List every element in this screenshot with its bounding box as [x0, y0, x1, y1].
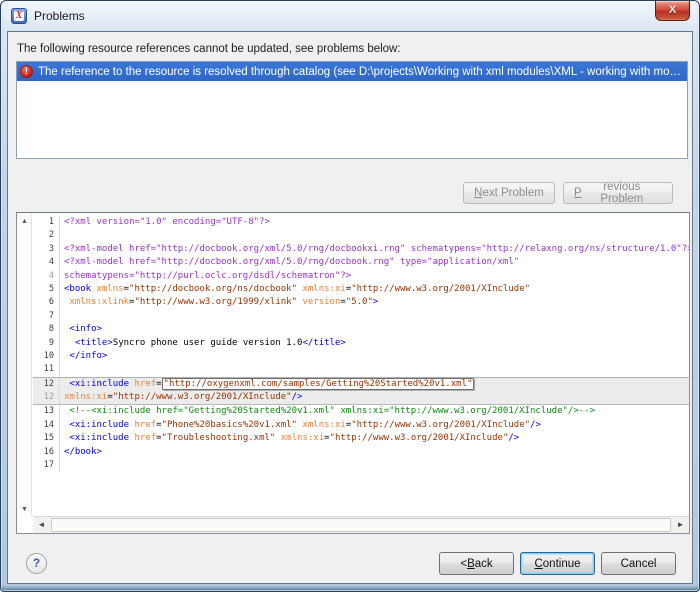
cancel-button[interactable]: Cancel: [601, 552, 676, 575]
code-text: <?xml-model href="http://docbook.org/xml…: [60, 243, 689, 256]
problems-dialog: X Problems X The following resource refe…: [0, 0, 700, 592]
problem-item[interactable]: ! The reference to the resource is resolv…: [17, 62, 687, 81]
line-number: 4: [33, 256, 60, 269]
line-number: 5: [33, 283, 60, 296]
footer-buttons: < Back Continue Cancel: [439, 552, 676, 575]
code-line[interactable]: 13 <!--<xi:include href="Getting%20Start…: [33, 405, 689, 418]
code-line[interactable]: 12 <xi:include href="http://oxygenxml.co…: [33, 377, 689, 391]
code-line[interactable]: 15 <xi:include href="Troubleshooting.xml…: [33, 432, 689, 445]
window-title: Problems: [34, 9, 85, 23]
code-text: <xi:include href="http://oxygenxml.com/s…: [60, 378, 689, 391]
line-number: 3: [33, 243, 60, 256]
code-line[interactable]: 16</book>: [33, 446, 689, 459]
code-text: <?xml-model href="http://docbook.org/xml…: [60, 256, 689, 269]
line-number: 4: [33, 270, 60, 283]
code-line[interactable]: 1<?xml version="1.0" encoding="UTF-8"?>: [33, 216, 689, 229]
line-number: 13: [33, 405, 60, 418]
problem-text: The reference to the resource is resolve…: [38, 66, 687, 78]
help-button[interactable]: ?: [26, 553, 47, 574]
code-text: <title>Syncro phone user guide version 1…: [60, 337, 689, 350]
code-line[interactable]: 2: [33, 229, 689, 242]
line-number: 6: [33, 296, 60, 309]
continue-button[interactable]: Continue: [520, 552, 595, 575]
dialog-client-area: The following resource references cannot…: [7, 31, 693, 584]
problem-nav-buttons: Next Problem Previous Problem: [463, 182, 673, 204]
problems-list[interactable]: ! The reference to the resource is resolv…: [16, 61, 688, 159]
fold-strip: ▲ ▼: [17, 213, 32, 516]
horizontal-scrollbar[interactable]: ◄ ►: [33, 516, 689, 533]
line-number: 8: [33, 323, 60, 336]
code-text: <xi:include href="Phone%20basics%20v1.xm…: [60, 419, 689, 432]
code-text: [60, 310, 689, 323]
line-number: 12: [33, 378, 60, 391]
code-text: xmlns:xi="http://www.w3.org/2001/XInclud…: [60, 391, 689, 404]
line-number: 10: [33, 350, 60, 363]
line-number: 16: [33, 446, 60, 459]
line-number: 1: [33, 216, 60, 229]
code-text: <?xml version="1.0" encoding="UTF-8"?>: [60, 216, 689, 229]
code-line[interactable]: 10 </info>: [33, 350, 689, 363]
code-text: [60, 363, 689, 376]
scroll-left-icon[interactable]: ◄: [33, 517, 50, 533]
line-number: 2: [33, 229, 60, 242]
code-line[interactable]: 4<?xml-model href="http://docbook.org/xm…: [33, 256, 689, 269]
code-text: </book>: [60, 446, 689, 459]
code-editor[interactable]: ▲ ▼ 1<?xml version="1.0" encoding="UTF-8…: [16, 212, 690, 534]
editor-body[interactable]: 1<?xml version="1.0" encoding="UTF-8"?>2…: [33, 213, 689, 516]
code-text: </info>: [60, 350, 689, 363]
code-text: xmlns:xlink="http://www.w3.org/1999/xlin…: [60, 296, 689, 309]
line-number: 17: [33, 459, 60, 472]
next-problem-button[interactable]: Next Problem: [463, 182, 555, 204]
code-text: [60, 229, 689, 242]
previous-problem-button[interactable]: Previous Problem: [563, 182, 673, 204]
line-number: 7: [33, 310, 60, 323]
code-line[interactable]: 11: [33, 363, 689, 376]
fold-collapse-up-icon[interactable]: ▲: [17, 218, 32, 225]
scroll-right-icon[interactable]: ►: [672, 517, 689, 533]
code-text: <book xmlns="http://docbook.org/ns/docbo…: [60, 283, 689, 296]
code-line[interactable]: 6 xmlns:xlink="http://www.w3.org/1999/xl…: [33, 296, 689, 309]
code-text: [60, 459, 689, 472]
help-icon: ?: [33, 556, 40, 570]
code-line[interactable]: 17: [33, 459, 689, 472]
code-text: <!--<xi:include href="Getting%20Started%…: [60, 405, 689, 418]
code-line[interactable]: 9 <title>Syncro phone user guide version…: [33, 337, 689, 350]
close-button[interactable]: X: [655, 1, 690, 21]
code-line[interactable]: 8 <info>: [33, 323, 689, 336]
code-text: <info>: [60, 323, 689, 336]
line-number: 14: [33, 419, 60, 432]
code-line[interactable]: 3<?xml-model href="http://docbook.org/xm…: [33, 243, 689, 256]
code-line[interactable]: 7: [33, 310, 689, 323]
code-line[interactable]: 5<book xmlns="http://docbook.org/ns/docb…: [33, 283, 689, 296]
code-text: <xi:include href="Troubleshooting.xml" x…: [60, 432, 689, 445]
fold-collapse-down-icon[interactable]: ▼: [17, 506, 32, 513]
line-number: 9: [33, 337, 60, 350]
error-icon: !: [20, 65, 33, 78]
code-line[interactable]: 14 <xi:include href="Phone%20basics%20v1…: [33, 419, 689, 432]
code-line[interactable]: 4schematypens="http://purl.oclc.org/dsdl…: [33, 270, 689, 283]
oxygen-app-icon: X: [11, 8, 27, 24]
code-text: schematypens="http://purl.oclc.org/dsdl/…: [60, 270, 689, 283]
dialog-message: The following resource references cannot…: [17, 43, 401, 55]
line-number: 12: [33, 391, 60, 404]
title-bar[interactable]: X Problems: [1, 1, 699, 31]
code-line[interactable]: 12xmlns:xi="http://www.w3.org/2001/XIncl…: [33, 391, 689, 405]
scrollbar-thumb[interactable]: [51, 518, 671, 532]
line-number: 15: [33, 432, 60, 445]
back-button[interactable]: < Back: [439, 552, 514, 575]
line-number: 11: [33, 363, 60, 376]
close-icon: X: [669, 4, 676, 16]
